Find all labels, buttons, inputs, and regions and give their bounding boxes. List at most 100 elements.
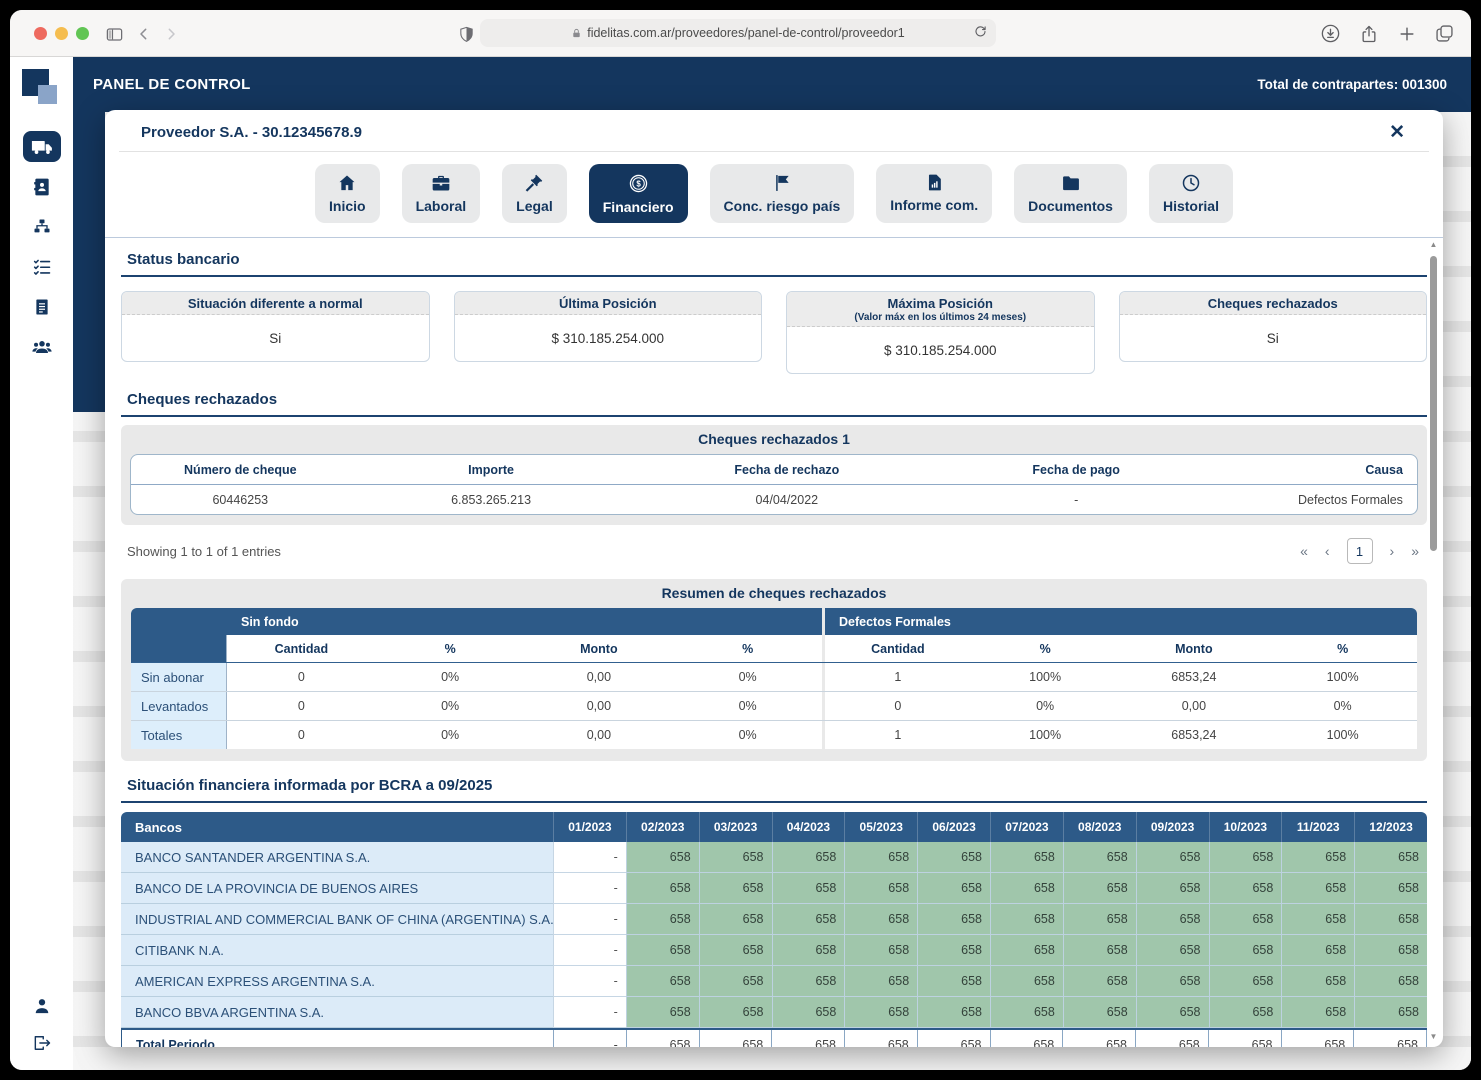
cell: 658 [990,966,1063,997]
cell: 658 [1282,1030,1355,1047]
minimize-window-button[interactable] [55,27,68,40]
logout-icon[interactable] [32,1033,52,1058]
sidebar-item-contactos[interactable] [23,171,61,202]
cell: 658 [1281,904,1354,935]
back-icon[interactable] [132,22,156,46]
cell: 658 [844,904,917,935]
cell: 658 [1209,904,1282,935]
close-window-button[interactable] [34,27,47,40]
tab-inicio[interactable]: Inicio [315,164,380,223]
url-text: fidelitas.com.ar/proveedores/panel-de-co… [587,26,905,40]
share-icon[interactable] [1356,21,1381,46]
report-file-icon [925,173,944,192]
new-tab-icon[interactable] [1394,21,1419,46]
col-month: 10/2023 [1209,812,1282,842]
cell: 658 [1281,873,1354,904]
bank-row: BANCO SANTANDER ARGENTINA S.A. - 658 658… [121,842,1427,873]
row-label: Levantados [131,692,227,720]
cheques-count: 1 [842,431,850,447]
cell: 6853,24 [1120,721,1269,749]
cell-numero: 60446253 [131,485,350,514]
bank-row: BANCO DE LA PROVINCIA DE BUENOS AIRES - … [121,873,1427,904]
tab-historial[interactable]: Historial [1149,164,1233,223]
tab-financiero[interactable]: $ Financiero [589,164,688,223]
org-chart-icon [32,217,52,237]
card-subtitle: (Valor máx en los últimos 24 meses) [791,312,1090,323]
col-bancos: Bancos [121,812,553,842]
row-label: Sin abonar [131,663,227,691]
page-first-button[interactable]: « [1300,543,1308,559]
reload-icon[interactable] [973,24,988,42]
cheques-panel-title: Cheques rechazados 1 [121,425,1427,452]
tab-documentos[interactable]: Documentos [1014,164,1127,223]
bank-row: INDUSTRIAL AND COMMERCIAL BANK OF CHINA … [121,904,1427,935]
cell: 658 [772,1030,845,1047]
resumen-row: Levantados 0 0% 0,00 0% 0 0% 0,00 0% [131,692,1417,721]
subcol: Cantidad [227,635,376,662]
briefcase-icon [431,173,451,193]
bank-row: BANCO BBVA ARGENTINA S.A. - 658 658 658 … [121,997,1427,1028]
downloads-icon[interactable] [1318,21,1343,46]
col-month: 09/2023 [1136,812,1209,842]
tab-laboral[interactable]: Laboral [402,164,481,223]
resumen-row: Totales 0 0% 0,00 0% 1 100% 6853,24 100% [131,721,1417,749]
page-prev-button[interactable]: ‹ [1325,543,1330,559]
profile-icon[interactable] [32,996,52,1021]
sidebar-item-tareas[interactable] [23,251,61,282]
tab-conc-riesgo-pais[interactable]: Conc. riesgo país [710,164,855,223]
sidebar-toggle-icon[interactable] [102,22,126,46]
cell: 100% [971,663,1120,691]
cell: 658 [772,873,845,904]
sidebar-item-informes[interactable] [23,291,61,322]
sidebar-item-usuarios[interactable] [23,331,61,362]
page-number[interactable]: 1 [1347,538,1373,564]
cell: 658 [1136,842,1209,873]
close-icon[interactable]: ✕ [1389,123,1405,142]
subcol: % [376,635,525,662]
table-footer: Showing 1 to 1 of 1 entries « ‹ 1 › » [127,538,1419,564]
tabs-divider [105,237,1443,238]
url-field[interactable]: fidelitas.com.ar/proveedores/panel-de-co… [480,19,996,47]
zoom-window-button[interactable] [76,27,89,40]
clock-icon [1181,173,1201,193]
main-area: PANEL DE CONTROL Total de contrapartes: … [73,57,1471,1070]
cell: 1 [822,663,971,691]
tab-legal[interactable]: Legal [502,164,567,223]
sidebar-item-organigrama[interactable] [23,211,61,242]
page-last-button[interactable]: » [1411,543,1419,559]
col-numero: Número de cheque [131,455,350,484]
cell: 658 [1136,904,1209,935]
scroll-up-icon[interactable]: ▲ [1427,240,1440,249]
scrollbar-thumb[interactable] [1430,256,1437,551]
page-next-button[interactable]: › [1390,543,1395,559]
status-cards: Situación diferente a normal Si Última P… [121,291,1427,374]
cell: 6853,24 [1120,663,1269,691]
cell: 658 [1209,842,1282,873]
cell: - [554,1030,627,1047]
forward-icon[interactable] [159,22,183,46]
privacy-shield-icon[interactable] [454,22,478,46]
tab-informe-comercial[interactable]: Informe com. [876,164,992,223]
cell: 658 [699,935,772,966]
sidebar-bottom [32,996,52,1058]
bank-name: BANCO DE LA PROVINCIA DE BUENOS AIRES [121,873,553,904]
sidebar-item-proveedores[interactable] [23,131,61,162]
cell: 658 [1136,966,1209,997]
cell: 658 [1063,935,1136,966]
scroll-down-icon[interactable]: ▼ [1427,1032,1440,1041]
cell: 658 [626,935,699,966]
cell: 658 [1136,873,1209,904]
browser-window: fidelitas.com.ar/proveedores/panel-de-co… [10,10,1471,1070]
browser-toolbar: fidelitas.com.ar/proveedores/panel-de-co… [10,10,1471,57]
pagination: « ‹ 1 › » [1300,538,1419,564]
cell: 658 [1354,935,1427,966]
cell: 0% [673,692,822,720]
bank-name: AMERICAN EXPRESS ARGENTINA S.A. [121,966,553,997]
cell: 0% [1268,692,1417,720]
tab-overview-icon[interactable] [1432,21,1457,46]
cell: 658 [917,997,990,1028]
cell-importe: 6.853.265.213 [350,485,633,514]
cell-fecha-rechazo: 04/04/2022 [633,485,942,514]
col-importe: Importe [350,455,633,484]
bank-name: INDUSTRIAL AND COMMERCIAL BANK OF CHINA … [121,904,553,935]
